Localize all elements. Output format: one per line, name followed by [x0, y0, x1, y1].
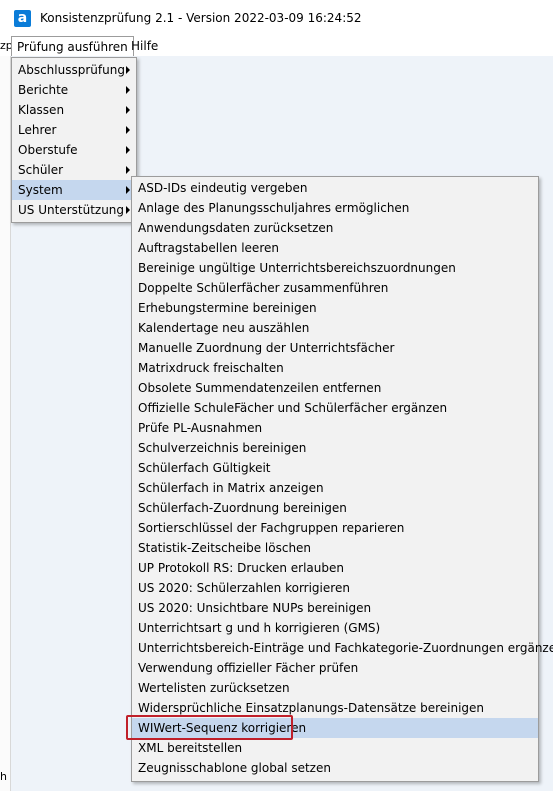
system-menu-item[interactable]: XML bereitstellen	[132, 738, 538, 758]
window-title: Konsistenzprüfung 2.1 - Version 2022-03-…	[40, 11, 362, 25]
menu-item-label: Schüler	[18, 163, 64, 177]
menu-hilfe[interactable]: Hilfe	[126, 36, 163, 56]
system-menu-item[interactable]: Anwendungsdaten zurücksetzen	[132, 218, 538, 238]
submenu-arrow-icon	[126, 86, 130, 94]
system-menu-item[interactable]: Verwendung offizieller Fächer prüfen	[132, 658, 538, 678]
system-menu-item[interactable]: Matrixdruck freischalten	[132, 358, 538, 378]
submenu-arrow-icon	[126, 106, 130, 114]
menu-item-label: Lehrer	[18, 123, 57, 137]
system-menu-item[interactable]: Erhebungstermine bereinigen	[132, 298, 538, 318]
main-menu-item-system[interactable]: System	[12, 180, 136, 200]
system-menu-item[interactable]: Unterrichtsbereich-Einträge und Fachkate…	[132, 638, 553, 658]
main-menu-item-sch-ler[interactable]: Schüler	[12, 160, 136, 180]
main-menu-item-klassen[interactable]: Klassen	[12, 100, 136, 120]
system-menu-item[interactable]: Manuelle Zuordnung der Unterrichtsfächer	[132, 338, 538, 358]
system-menu-item[interactable]: UP Protokoll RS: Drucken erlauben	[132, 558, 538, 578]
submenu-arrow-icon	[126, 66, 130, 74]
system-menu-item[interactable]: Sortierschlüssel der Fachgruppen reparie…	[132, 518, 538, 538]
system-menu-item[interactable]: Schulverzeichnis bereinigen	[132, 438, 538, 458]
main-menu-item-abschlusspr-fung[interactable]: Abschlussprüfung	[12, 60, 136, 80]
system-menu-item[interactable]: Kalendertage neu auszählen	[132, 318, 538, 338]
system-menu-item[interactable]: Schülerfach Gültigkeit	[132, 458, 538, 478]
submenu-arrow-icon	[126, 126, 130, 134]
system-menu-item[interactable]: Auftragstabellen leeren	[132, 238, 538, 258]
system-menu-item[interactable]: Doppelte Schülerfächer zusammenführen	[132, 278, 538, 298]
system-menu-item[interactable]: Zeugnisschablone global setzen	[132, 758, 538, 778]
menu-item-label: Klassen	[18, 103, 65, 117]
system-menu-item[interactable]: Obsolete Summendatenzeilen entfernen	[132, 378, 538, 398]
submenu-arrow-icon	[126, 166, 130, 174]
menu-item-label: Berichte	[18, 83, 69, 97]
menu-bar: zp Prüfung ausführen Hilfe	[0, 36, 553, 56]
menu-item-label: Abschlussprüfung	[18, 63, 125, 77]
system-menu-item[interactable]: Schülerfach in Matrix anzeigen	[132, 478, 538, 498]
system-menu-item[interactable]: Prüfe PL-Ausnahmen	[132, 418, 538, 438]
system-menu-item[interactable]: Bereinige ungültige Unterrichtsbereichsz…	[132, 258, 538, 278]
main-menu-item-us-unterst-tzung[interactable]: US Unterstützung	[12, 200, 136, 220]
submenu-arrow-icon	[126, 146, 130, 154]
title-bar: a Konsistenzprüfung 2.1 - Version 2022-0…	[0, 0, 553, 36]
system-submenu: ASD-IDs eindeutig vergeben Anlage des Pla…	[131, 176, 553, 782]
menu-item-label: System	[18, 183, 63, 197]
submenu-arrow-icon	[126, 186, 130, 194]
menu-item-label: US Unterstützung	[18, 203, 125, 217]
app-icon: a	[14, 10, 31, 27]
system-menu-item[interactable]: Anlage des Planungsschuljahres ermöglich…	[132, 198, 538, 218]
highlight-annotation-box	[126, 715, 293, 740]
main-menu-item-lehrer[interactable]: Lehrer	[12, 120, 136, 140]
main-menu-item-oberstufe[interactable]: Oberstufe	[12, 140, 136, 160]
system-menu-item[interactable]: Unterrichtsart g und h korrigieren (GMS)	[132, 618, 538, 638]
left-strip-text: zp	[0, 39, 11, 52]
submenu-arrow-icon	[126, 206, 130, 214]
bottom-strip-text: h	[0, 770, 7, 783]
menu-item-label: Oberstufe	[18, 143, 78, 157]
system-menu-item[interactable]: Offizielle SchuleFächer und Schülerfäche…	[132, 398, 538, 418]
left-panel-edge	[0, 56, 11, 791]
main-menu-item-berichte[interactable]: Berichte	[12, 80, 136, 100]
system-menu-item[interactable]: Statistik-Zeitscheibe löschen	[132, 538, 538, 558]
system-menu-item[interactable]: Wertelisten zurücksetzen	[132, 678, 538, 698]
menu-pruefung-ausfuehren[interactable]: Prüfung ausführen	[11, 36, 134, 56]
system-menu-item[interactable]: ASD-IDs eindeutig vergeben	[132, 178, 538, 198]
system-menu-item[interactable]: Schülerfach-Zuordnung bereinigen	[132, 498, 538, 518]
system-menu-item[interactable]: US 2020: Unsichtbare NUPs bereinigen	[132, 598, 538, 618]
main-dropdown-menu: Abschlussprüfung Berichte Klassen Lehrer Obe…	[11, 57, 137, 223]
system-menu-item[interactable]: US 2020: Schülerzahlen korrigieren	[132, 578, 538, 598]
